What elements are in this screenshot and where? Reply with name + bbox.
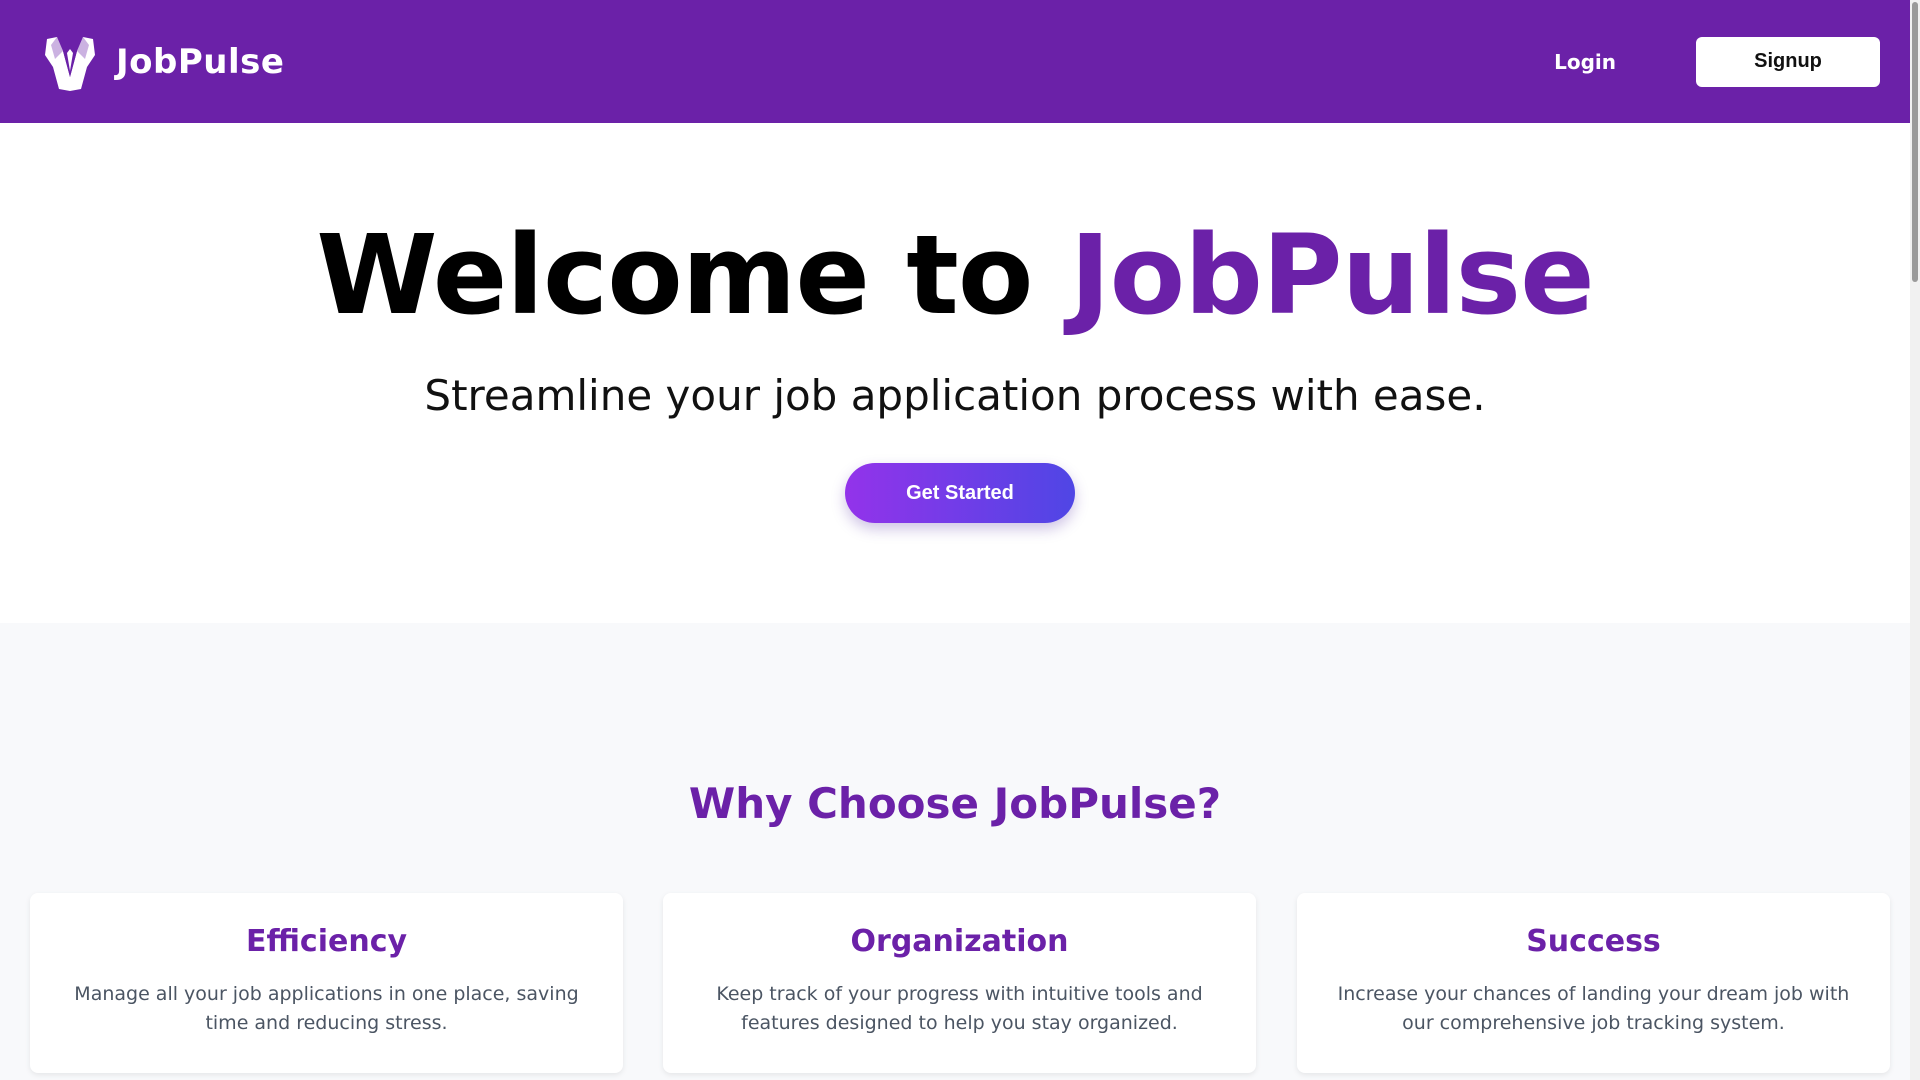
feature-card-organization: Organization Keep track of your progress…	[663, 893, 1256, 1073]
feature-card-description: Increase your chances of landing your dr…	[1337, 983, 1850, 1035]
hero-subtitle: Streamline your job application process …	[424, 371, 1486, 420]
feature-card-success: Success Increase your chances of landing…	[1297, 893, 1890, 1073]
get-started-button[interactable]: Get Started	[845, 463, 1075, 523]
login-link[interactable]: Login	[1554, 50, 1616, 74]
nav-actions: Login Signup	[1554, 36, 1880, 87]
hero-title: Welcome to JobPulse	[0, 220, 1910, 330]
tuxedo-logo-icon	[40, 32, 100, 92]
feature-card-title: Efficiency	[245, 924, 408, 959]
brand-name: JobPulse	[116, 41, 285, 82]
hero-section: Welcome to JobPulse Streamline your job …	[0, 123, 1910, 623]
feature-card-title: Success	[1526, 924, 1661, 959]
navbar: JobPulse Login Signup	[0, 0, 1910, 123]
feature-card-description: Manage all your job applications in one …	[74, 983, 579, 1035]
hero-title-prefix: Welcome to	[316, 211, 1070, 339]
signup-button[interactable]: Signup	[1696, 36, 1880, 87]
scrollbar-thumb[interactable]	[1912, 2, 1918, 282]
page: JobPulse Login Signup Welcome to JobPuls…	[0, 0, 1920, 1080]
feature-card-description: Keep track of your progress with intuiti…	[716, 983, 1203, 1035]
feature-card-efficiency: Efficiency Manage all your job applicati…	[30, 893, 623, 1073]
feature-card-title: Organization	[850, 924, 1069, 959]
features-heading: Why Choose JobPulse?	[688, 779, 1222, 828]
page-scrollbar[interactable]	[1910, 0, 1920, 1080]
features-section: Why Choose JobPulse? Efficiency Manage a…	[0, 623, 1910, 1080]
hero-title-accent: JobPulse	[1069, 211, 1595, 339]
brand-link[interactable]: JobPulse	[40, 32, 284, 92]
